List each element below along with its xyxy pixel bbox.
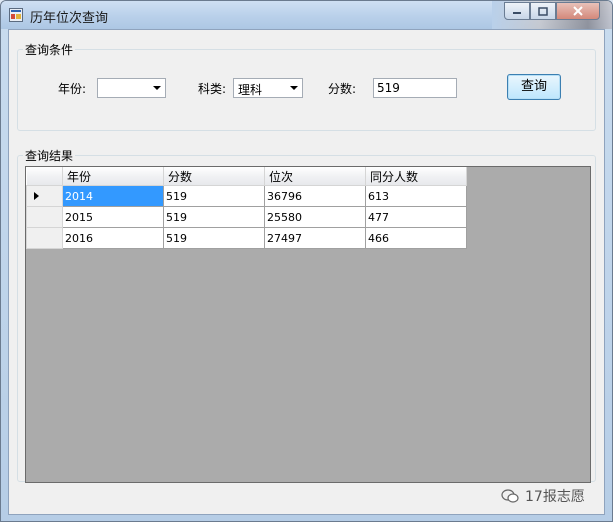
score-label: 分数: [328,82,357,96]
year-label: 年份: [58,82,87,96]
minimize-button[interactable] [504,2,530,20]
results-group-title: 查询结果 [25,149,74,163]
row-header[interactable] [26,185,63,207]
table-row[interactable]: 2014 519 36796 613 [26,185,467,207]
chevron-down-icon [290,86,298,90]
table-cell[interactable]: 613 [365,185,467,207]
watermark-text: 17报志愿 [525,489,585,505]
column-header-score[interactable]: 分数 [163,167,265,186]
header-row: 年份 分数 位次 同分人数 [26,167,467,186]
table-row[interactable]: 2015 519 25580 477 [26,206,467,228]
table-cell[interactable]: 519 [163,206,265,228]
table-cell[interactable]: 36796 [264,185,366,207]
table-cell[interactable]: 2016 [62,227,164,249]
app-icon [9,8,23,22]
close-icon [573,6,583,16]
subject-combobox[interactable]: 理科 [233,78,303,98]
window-title: 历年位次查询 [30,11,109,26]
table-row[interactable]: 2016 519 27497 466 [26,227,467,249]
app-window: 历年位次查询 查询条件 年份: 科类: 理科 分数: 519 查询 查询结果 年… [0,0,613,522]
title-bar[interactable]: 历年位次查询 [1,1,612,29]
table-cell[interactable]: 27497 [264,227,366,249]
row-header[interactable] [26,206,63,228]
table-cell[interactable]: 2014 [62,185,164,207]
maximize-icon [538,6,548,16]
row-header[interactable] [26,227,63,249]
table-cell[interactable]: 25580 [264,206,366,228]
column-header-same-score-count[interactable]: 同分人数 [365,167,467,186]
table-cell[interactable]: 2015 [62,206,164,228]
watermark: 17报志愿 [501,486,585,506]
year-combobox[interactable] [97,78,166,98]
query-button[interactable]: 查询 [507,74,561,100]
current-row-arrow-icon [34,192,39,200]
header-corner[interactable] [26,167,63,186]
chevron-down-icon [153,86,161,90]
results-table: 年份 分数 位次 同分人数 2014 519 36796 613 2015 51… [26,167,467,249]
criteria-group-title: 查询条件 [25,43,74,57]
column-header-rank[interactable]: 位次 [264,167,366,186]
subject-combobox-value: 理科 [238,83,263,97]
table-cell[interactable]: 519 [163,185,265,207]
subject-label: 科类: [198,82,227,96]
minimize-icon [513,12,521,14]
results-datagrid[interactable]: 年份 分数 位次 同分人数 2014 519 36796 613 2015 51… [25,166,591,483]
table-cell[interactable]: 466 [365,227,467,249]
score-input[interactable]: 519 [373,78,457,98]
close-button[interactable] [556,2,600,20]
table-cell[interactable]: 519 [163,227,265,249]
table-cell[interactable]: 477 [365,206,467,228]
client-area: 查询条件 年份: 科类: 理科 分数: 519 查询 查询结果 年份 分数 位次… [8,29,605,515]
column-header-year[interactable]: 年份 [62,167,164,186]
maximize-button[interactable] [530,2,556,20]
wechat-icon [501,489,519,503]
